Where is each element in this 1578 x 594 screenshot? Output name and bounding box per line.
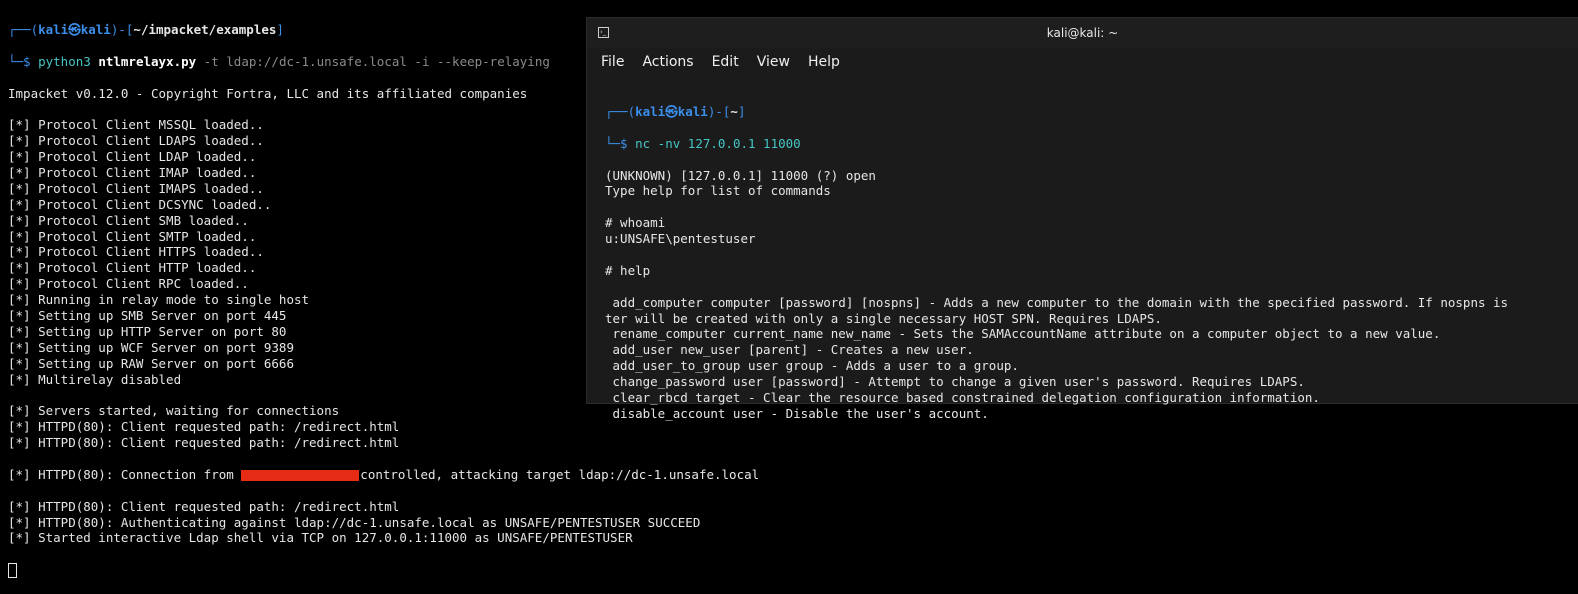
output-line: (UNKNOWN) [127.0.0.1] 11000 (?) open — [605, 167, 876, 183]
output-line: ter will be created with only a single n… — [605, 310, 1162, 326]
menu-view[interactable]: View — [757, 54, 790, 70]
title-bar[interactable]: ›_ kali@kali: ~ — [587, 18, 1578, 48]
menu-edit[interactable]: Edit — [712, 54, 739, 70]
cursor-line — [8, 562, 1578, 579]
terminal-window[interactable]: ›_ kali@kali: ~ File Actions Edit View H… — [587, 18, 1578, 421]
redacted-ip — [241, 469, 360, 481]
output-line: add_user_to_group user group - Adds a us… — [605, 358, 1019, 374]
output-line: # whoami — [605, 215, 666, 231]
window-title: kali@kali: ~ — [1046, 26, 1119, 40]
output-line: rename_computer current_name new_name - … — [605, 326, 1441, 342]
output-lines: (UNKNOWN) [127.0.0.1] 11000 (?) open Type… — [605, 168, 1578, 422]
output-line: change_password user [password] - Attemp… — [605, 374, 1305, 390]
output-line: u:UNSAFE\pentestuser — [605, 231, 756, 247]
output-line: [*] HTTPD(80): Authenticating against ld… — [8, 514, 701, 530]
output-line: # help — [605, 262, 651, 278]
output-line: add_user new_user [parent] - Creates a n… — [605, 342, 974, 358]
cursor — [8, 563, 17, 579]
output-line: Type help for list of commands — [605, 183, 831, 199]
output-line: [*] HTTPD(80): Client requested path: /r… — [8, 498, 400, 514]
output-line: add_computer computer [password] [nospns… — [605, 294, 1509, 310]
output-line: disable_account user - Disable the user'… — [605, 405, 989, 421]
menu-bar: File Actions Edit View Help — [587, 48, 1578, 76]
menu-file[interactable]: File — [601, 54, 624, 70]
output-lines-after: [*] HTTPD(80): Client requested path: /r… — [8, 499, 1578, 547]
prompt-line-top: ┌──(kali㉿kali)-[~] — [605, 103, 746, 119]
connection-line: [*] HTTPD(80): Connection from controlle… — [8, 466, 760, 482]
output-line: [*] Started interactive Ldap shell via T… — [8, 530, 633, 546]
menu-actions[interactable]: Actions — [642, 54, 693, 70]
output-line: clear_rbcd target - Clear the resource b… — [605, 389, 1320, 405]
menu-help[interactable]: Help — [808, 54, 840, 70]
command-line: └─$ nc -nv 127.0.0.1 11000 — [605, 135, 801, 151]
terminal-content[interactable]: ┌──(kali㉿kali)-[~] └─$ nc -nv 127.0.0.1 … — [605, 88, 1578, 454]
